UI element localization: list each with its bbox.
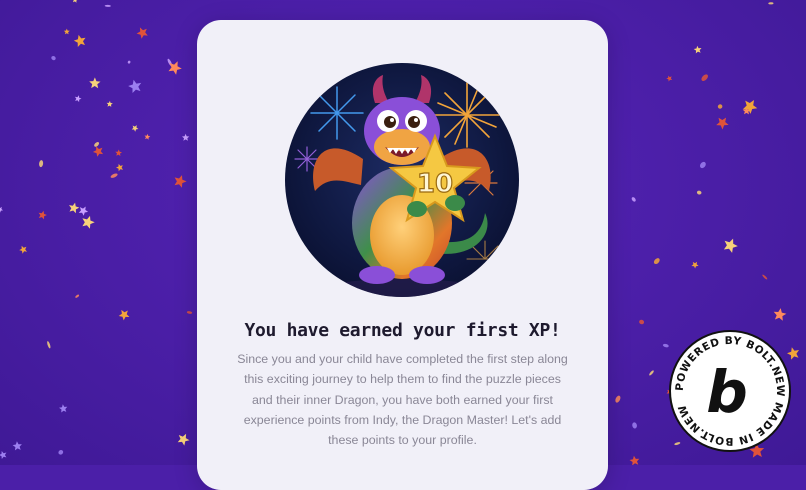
modal-body-text: Since you and your child have completed …: [237, 352, 568, 448]
bolt-made-badge[interactable]: POWERED BY BOLT.NEW MADE IN BOLT.NEW b: [669, 330, 791, 452]
dragon-hero-image: 10: [285, 63, 519, 297]
star-badge-number: 10: [417, 169, 453, 199]
bolt-logo-icon: b: [706, 358, 748, 426]
modal-title: You have earned your first XP!: [244, 320, 561, 341]
xp-reward-card: 10 You have earned your first XP! Since …: [197, 20, 608, 490]
